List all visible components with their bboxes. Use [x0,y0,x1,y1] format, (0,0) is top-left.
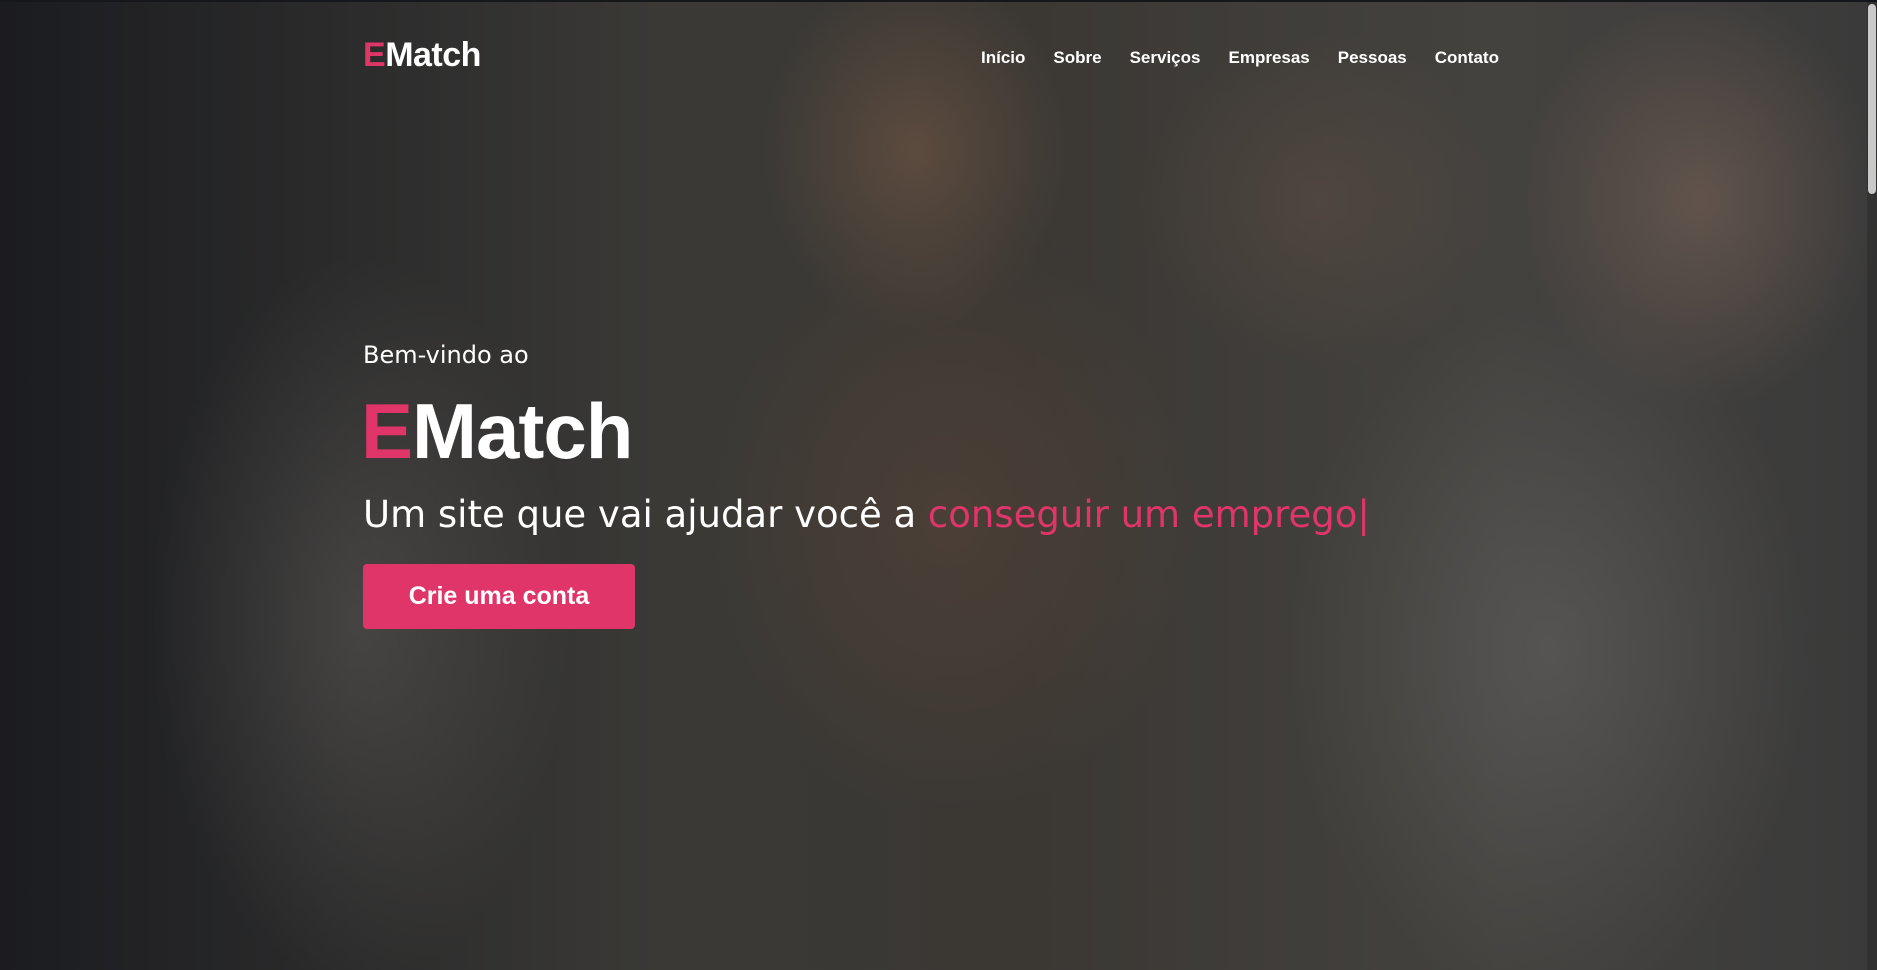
hero-title-text: Match [412,387,633,475]
nav-link-pessoas[interactable]: Pessoas [1338,48,1407,68]
nav-link-inicio[interactable]: Início [981,48,1025,68]
create-account-button[interactable]: Crie uma conta [363,564,635,629]
main-nav: Início Sobre Serviços Empresas Pessoas C… [981,48,1527,68]
tagline-typed-text: conseguir um emprego [927,493,1358,536]
typing-cursor: | [1357,493,1370,536]
top-divider [0,0,1877,2]
nav-link-contato[interactable]: Contato [1435,48,1499,68]
hero-title-accent-letter: E [361,387,413,475]
scrollbar-thumb[interactable] [1868,4,1876,194]
tagline-static-text: Um site que vai ajudar você a [363,493,928,536]
nav-link-empresas[interactable]: Empresas [1228,48,1309,68]
hero-tagline: Um site que vai ajudar você a conseguir … [363,493,1370,536]
logo-accent-letter: E [363,36,386,74]
logo-text: Match [385,36,481,74]
site-logo[interactable]: EMatch [363,36,481,75]
hero-title: EMatch [361,386,633,477]
welcome-text: Bem-vindo ao [363,341,529,369]
nav-link-sobre[interactable]: Sobre [1053,48,1101,68]
hero-section: EMatch Início Sobre Serviços Empresas Pe… [0,0,1877,970]
nav-link-servicos[interactable]: Serviços [1130,48,1201,68]
page-scrollbar[interactable] [1867,0,1877,970]
